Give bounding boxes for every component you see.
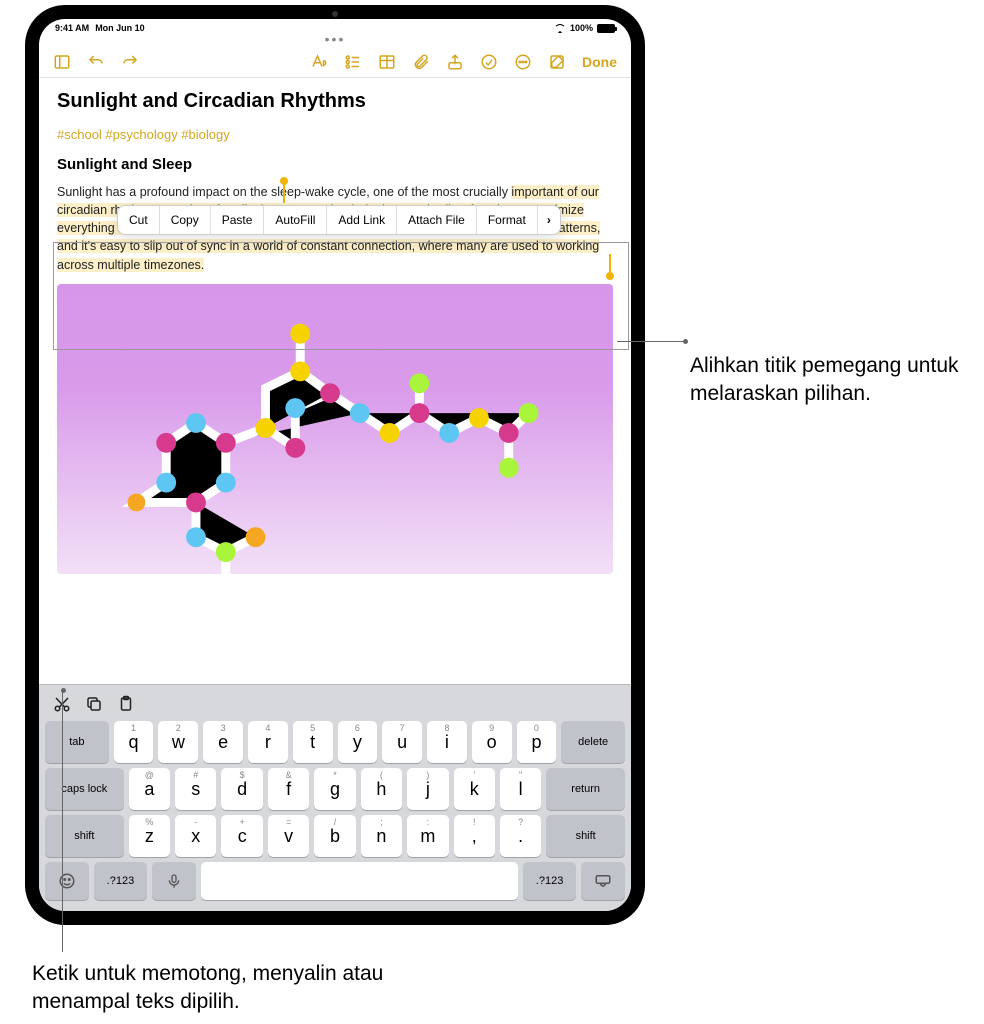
key-dictation[interactable] [152,862,196,900]
selection-end-handle[interactable] [606,272,614,280]
kb-row-1: tab 1q 2w 3e 4r 5t 6y 7u 8i 9o 0p delete [45,721,625,763]
key-h[interactable]: (h [361,768,402,810]
selection-start-handle[interactable] [280,177,288,185]
key-e[interactable]: 3e [203,721,243,763]
context-cut[interactable]: Cut [118,206,160,234]
undo-icon[interactable] [87,53,105,71]
callout-selection-handles: Alihkan titik pemegang untuk melaraskan … [690,352,960,409]
callout-line-right [617,341,687,342]
note-title[interactable]: Sunlight and Circadian Rhythms [57,90,613,113]
note-subtitle[interactable]: Sunlight and Sleep [57,156,613,173]
callout-line-bottom [62,690,63,952]
key-emoji[interactable] [45,862,89,900]
key-a[interactable]: @a [129,768,170,810]
context-more-icon[interactable]: › [538,206,560,234]
context-attachfile[interactable]: Attach File [397,206,477,234]
checklist-icon[interactable] [344,53,362,71]
key-t[interactable]: 5t [293,721,333,763]
key-w[interactable]: 2w [158,721,198,763]
key-k[interactable]: 'k [454,768,495,810]
key-return[interactable]: return [546,768,625,810]
wifi-icon [554,24,566,33]
key-y[interactable]: 6y [338,721,378,763]
key-u[interactable]: 7u [382,721,422,763]
callout-cut-copy-paste: Ketik untuk memotong, menyalin atau mena… [32,960,432,1017]
done-button[interactable]: Done [582,54,617,70]
table-icon[interactable] [378,53,396,71]
markup-icon[interactable] [480,53,498,71]
multitask-dots-icon[interactable]: ••• [39,35,631,47]
key-numbers-right[interactable]: .?123 [523,862,576,900]
key-p[interactable]: 0p [517,721,557,763]
text-format-icon[interactable] [310,53,328,71]
text-context-menu: Cut Copy Paste AutoFill Add Link Attach … [117,205,561,235]
key-period[interactable]: ?. [500,815,541,857]
note-tags[interactable]: #school #psychology #biology [57,127,613,142]
key-space[interactable] [201,862,518,900]
key-z[interactable]: %z [129,815,170,857]
kb-row-4: .?123 .?123 [45,862,625,900]
key-q[interactable]: 1q [114,721,154,763]
more-icon[interactable] [514,53,532,71]
key-s[interactable]: #s [175,768,216,810]
context-copy[interactable]: Copy [160,206,211,234]
key-capslock[interactable]: caps lock [45,768,124,810]
context-format[interactable]: Format [477,206,538,234]
redo-icon[interactable] [121,53,139,71]
molecule-image [57,284,613,574]
key-c[interactable]: +c [221,815,262,857]
keyboard-toolbar [45,689,625,721]
key-tab[interactable]: tab [45,721,109,763]
context-autofill[interactable]: AutoFill [264,206,327,234]
kb-row-2: caps lock @a #s $d &f *g (h )j 'k "l ret… [45,768,625,810]
key-comma[interactable]: !, [454,815,495,857]
key-j[interactable]: )j [407,768,448,810]
key-numbers-left[interactable]: .?123 [94,862,147,900]
notes-toolbar: Done [39,47,631,78]
key-o[interactable]: 9o [472,721,512,763]
key-g[interactable]: *g [314,768,355,810]
key-n[interactable]: ;n [361,815,402,857]
key-shift-left[interactable]: shift [45,815,124,857]
battery-percent: 100% [570,23,593,33]
key-i[interactable]: 8i [427,721,467,763]
onscreen-keyboard: tab 1q 2w 3e 4r 5t 6y 7u 8i 9o 0p delete… [39,684,631,911]
copy-icon[interactable] [85,695,103,713]
key-shift-right[interactable]: shift [546,815,625,857]
share-icon[interactable] [446,53,464,71]
context-paste[interactable]: Paste [211,206,265,234]
battery-icon [597,24,615,33]
key-delete[interactable]: delete [561,721,625,763]
key-x[interactable]: -x [175,815,216,857]
context-addlink[interactable]: Add Link [327,206,397,234]
note-body[interactable]: Sunlight and Circadian Rhythms #school #… [39,78,631,586]
key-v[interactable]: =v [268,815,309,857]
ipad-frame: 9:41 AM Mon Jun 10 100% ••• [25,5,645,925]
key-f[interactable]: &f [268,768,309,810]
compose-icon[interactable] [548,53,566,71]
ipad-screen: 9:41 AM Mon Jun 10 100% ••• [39,19,631,911]
key-l[interactable]: "l [500,768,541,810]
key-d[interactable]: $d [221,768,262,810]
status-time: 9:41 AM [55,23,89,33]
attach-icon[interactable] [412,53,430,71]
paste-icon[interactable] [117,695,135,713]
status-date: Mon Jun 10 [95,23,145,33]
key-b[interactable]: /b [314,815,355,857]
key-hide-keyboard[interactable] [581,862,625,900]
key-r[interactable]: 4r [248,721,288,763]
sidebar-icon[interactable] [53,53,71,71]
kb-row-3: shift %z -x +c =v /b ;n :m !, ?. shift [45,815,625,857]
key-m[interactable]: :m [407,815,448,857]
